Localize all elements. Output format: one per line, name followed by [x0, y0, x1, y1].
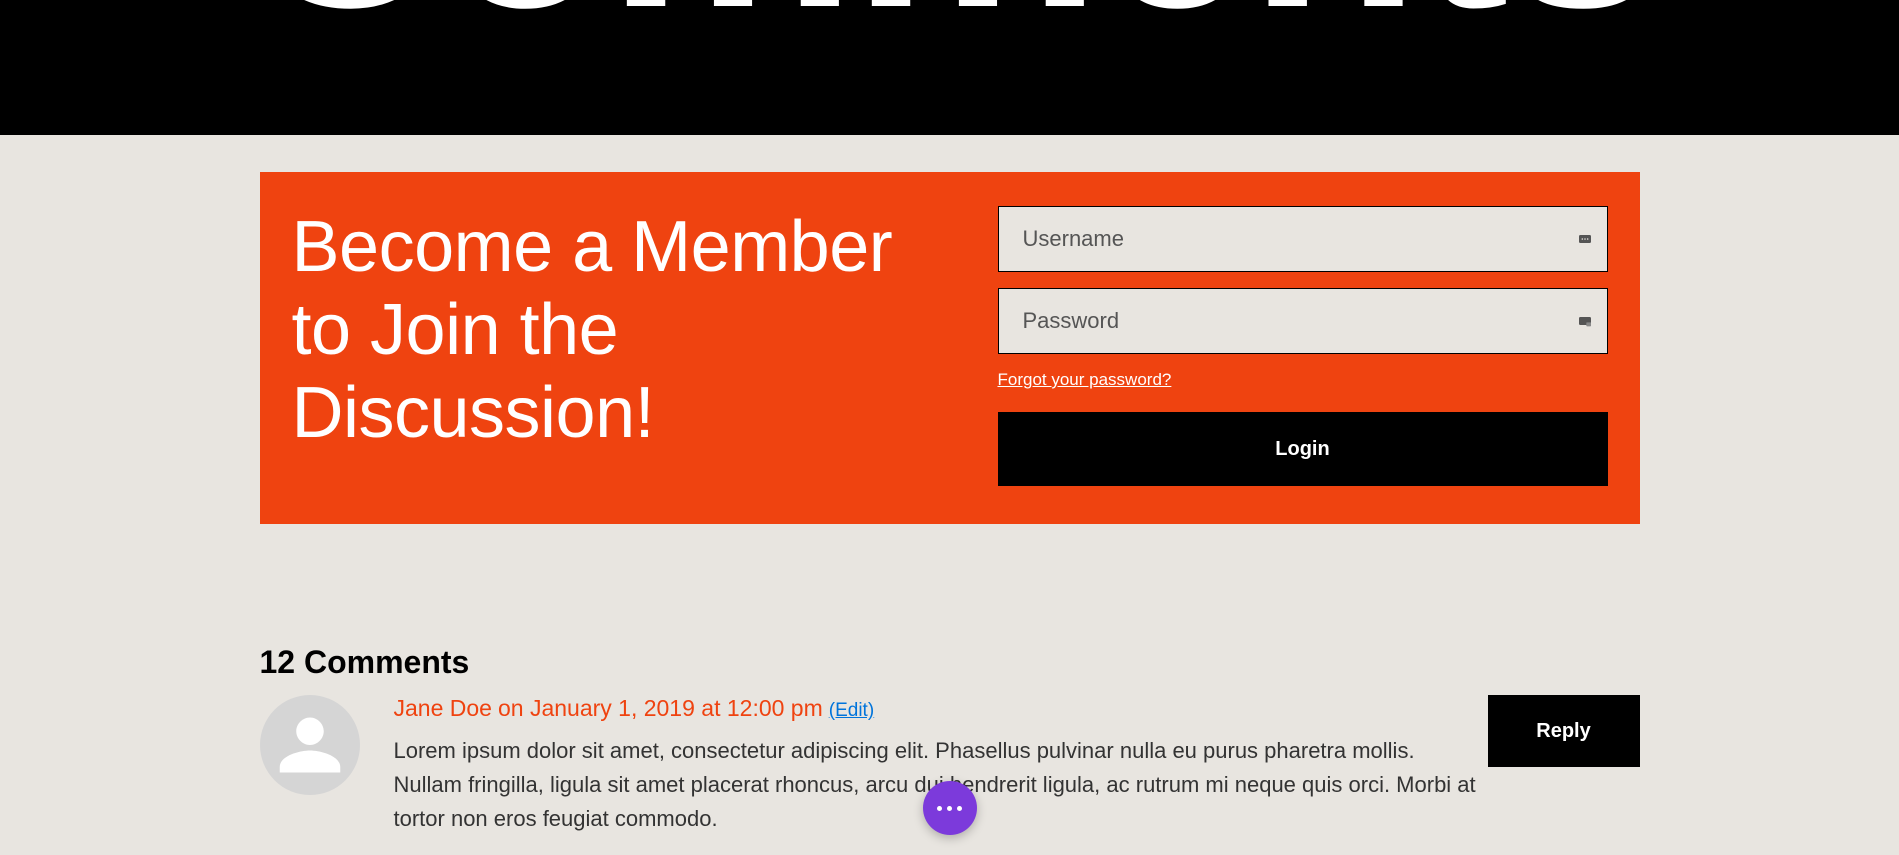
- reply-button[interactable]: Reply: [1488, 695, 1640, 767]
- username-field-wrap: [998, 206, 1608, 272]
- login-button[interactable]: Login: [998, 412, 1608, 486]
- comments-heading: 12 Comments: [260, 644, 1640, 681]
- login-form: Forgot your password? Login: [998, 206, 1608, 486]
- forgot-password-link[interactable]: Forgot your password?: [998, 370, 1608, 390]
- comment-edit-link[interactable]: (Edit): [829, 700, 874, 722]
- page-title: Comments: [242, 0, 1657, 50]
- dots-icon: [937, 806, 942, 811]
- password-input[interactable]: [998, 288, 1608, 354]
- floating-action-button[interactable]: [923, 781, 977, 835]
- comment-author[interactable]: Jane Doe: [394, 695, 492, 722]
- comment-meta: Jane Doe on January 1, 2019 at 12:00 pm …: [394, 695, 1488, 722]
- username-input[interactable]: [998, 206, 1608, 272]
- comment-date: on January 1, 2019 at 12:00 pm: [498, 695, 823, 722]
- user-icon: [277, 712, 343, 778]
- avatar: [260, 695, 360, 795]
- password-field-wrap: [998, 288, 1608, 354]
- hero-banner: Comments: [0, 0, 1899, 135]
- password-manager-icon: [1576, 312, 1594, 330]
- keypass-icon: [1576, 230, 1594, 248]
- member-heading-wrap: Become a Member to Join the Discussion!: [292, 206, 998, 486]
- member-heading: Become a Member to Join the Discussion!: [292, 206, 958, 454]
- become-member-block: Become a Member to Join the Discussion! …: [260, 172, 1640, 524]
